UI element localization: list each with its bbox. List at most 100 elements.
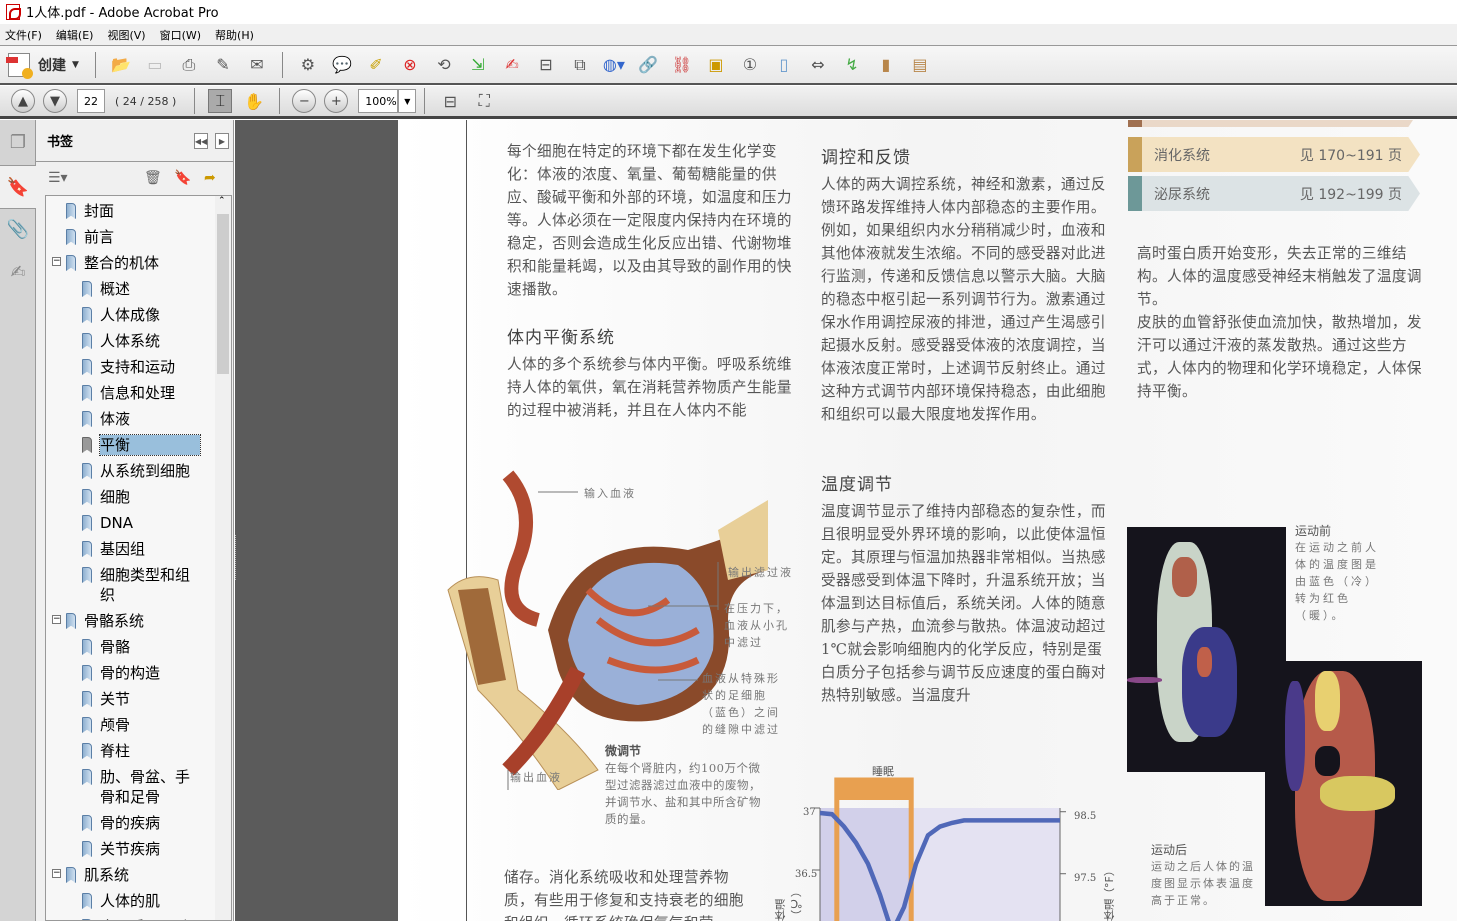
bookmark-item[interactable]: 关节 bbox=[46, 686, 231, 712]
menu-view[interactable]: 视图(V) bbox=[107, 27, 145, 43]
remove-link-icon[interactable]: ⛓ bbox=[670, 53, 694, 77]
zoom-dropdown[interactable]: ▼ bbox=[398, 89, 417, 113]
bookmark-item[interactable]: 肋、骨盆、手骨和足骨 bbox=[46, 764, 231, 810]
page-icon[interactable]: ▯ bbox=[772, 53, 796, 77]
link-icon[interactable]: 🔗 bbox=[636, 53, 660, 77]
bookmark-item[interactable]: 骨的疾病 bbox=[46, 810, 231, 836]
bookmark-item[interactable]: 平衡 bbox=[46, 432, 231, 458]
email-icon[interactable]: ✉ bbox=[245, 53, 269, 77]
bookmark-item[interactable]: 前言 bbox=[46, 224, 231, 250]
collapse-toggle[interactable]: − bbox=[52, 615, 61, 624]
bookmark-item[interactable]: 基因组 bbox=[46, 536, 231, 562]
scrolling-mode-icon[interactable]: ⊟ bbox=[438, 89, 462, 113]
bookmark-item[interactable]: 大…系…运动 bbox=[46, 914, 231, 920]
bookmarks-panel-icon[interactable]: 🔖 bbox=[6, 175, 30, 199]
options-menu-icon[interactable]: ☰▾ bbox=[48, 170, 68, 186]
panel-splitter[interactable] bbox=[235, 535, 239, 580]
page-number-input[interactable]: 22 bbox=[77, 89, 105, 113]
fit-width-icon[interactable]: ⇔ bbox=[806, 53, 830, 77]
hand-tool-icon[interactable]: ✋ bbox=[242, 89, 266, 113]
bookmark-label: 封面 bbox=[84, 202, 115, 220]
bookmark-label: 关节疾病 bbox=[100, 840, 161, 858]
label-podocyte-filtration: 血液从特殊形状的足细胞（蓝色）之间的缝隙中滤过 bbox=[702, 672, 780, 736]
bookmark-item[interactable]: 骨的构造 bbox=[46, 660, 231, 686]
previous-page-button[interactable]: ▲ bbox=[11, 89, 35, 113]
delete-page-icon[interactable]: ⊗ bbox=[398, 53, 422, 77]
bookmark-icon bbox=[82, 841, 92, 857]
bookmark-item[interactable]: 骨骼 bbox=[46, 634, 231, 660]
system-reference-digestive[interactable]: 消化系统见 170~191 页 bbox=[1128, 137, 1420, 172]
bookmark-label: 细胞 bbox=[100, 488, 131, 506]
bookmark-icon bbox=[82, 567, 92, 583]
bookmark-item[interactable]: 人体成像 bbox=[46, 302, 231, 328]
bookmark-item[interactable]: 关节疾病 bbox=[46, 836, 231, 862]
form-icon[interactable]: ▤ bbox=[908, 53, 932, 77]
comment-icon[interactable]: 💬 bbox=[330, 53, 354, 77]
expand-bookmark-icon[interactable]: ➦ bbox=[204, 170, 216, 186]
panel-options-button[interactable]: ▶ bbox=[215, 133, 229, 149]
bookmark-icon bbox=[82, 463, 92, 479]
zoom-out-button[interactable]: − bbox=[292, 89, 317, 113]
collapse-panel-button[interactable]: ◀◀ bbox=[194, 133, 208, 149]
export-icon[interactable]: ⇲ bbox=[466, 53, 490, 77]
bookmark-item[interactable]: 从系统到细胞 bbox=[46, 458, 231, 484]
menu-edit[interactable]: 编辑(E) bbox=[56, 27, 94, 43]
print-icon[interactable]: ⎙ bbox=[177, 53, 201, 77]
bookmark-item[interactable]: 脊柱 bbox=[46, 738, 231, 764]
menu-help[interactable]: 帮助(H) bbox=[215, 27, 254, 43]
system-reference-urinary[interactable]: 泌尿系统见 192~199 页 bbox=[1128, 176, 1420, 211]
collapse-toggle[interactable]: − bbox=[52, 869, 61, 878]
compare-icon[interactable]: ⧉ bbox=[568, 53, 592, 77]
bookmark-item[interactable]: 概述 bbox=[46, 276, 231, 302]
pages-panel-icon[interactable]: ❐ bbox=[6, 130, 30, 154]
zoom-in-button[interactable]: + bbox=[324, 89, 349, 113]
bookmark-label: 骨骼 bbox=[100, 638, 131, 656]
notebook-icon[interactable]: ▮ bbox=[874, 53, 898, 77]
select-tool-icon[interactable]: ⌶ bbox=[208, 89, 233, 113]
bookmark-item[interactable]: 细胞 bbox=[46, 484, 231, 510]
label-output-blood: 输出血液 bbox=[510, 771, 562, 784]
bookmark-item[interactable]: − 骨骼系统 bbox=[46, 608, 231, 634]
fit-page-icon[interactable]: ⛶ bbox=[472, 89, 496, 113]
action-icon[interactable]: ↯ bbox=[840, 53, 864, 77]
label-pressure-filtration: 在压力下，血液从小孔中滤过 bbox=[724, 602, 789, 649]
open-icon[interactable]: 📂 bbox=[109, 53, 133, 77]
delete-bookmark-icon[interactable]: 🗑 bbox=[144, 170, 162, 186]
edit-icon[interactable]: ✎ bbox=[211, 53, 235, 77]
label-output-filtrate: 输出滤过液 bbox=[728, 566, 793, 579]
bookmark-item[interactable]: 细胞类型和组织 bbox=[46, 562, 231, 608]
bookmark-item[interactable]: DNA bbox=[46, 510, 231, 536]
create-button[interactable]: 创建 ▼ bbox=[6, 52, 79, 79]
web-capture-icon[interactable]: ◍▾ bbox=[602, 53, 626, 77]
signatures-panel-icon[interactable]: ✍ bbox=[6, 260, 30, 284]
bookmark-item[interactable]: 支持和运动 bbox=[46, 354, 231, 380]
bookmark-item[interactable]: − 整合的机体 bbox=[46, 250, 231, 276]
col3-paragraph-2: 皮肤的血管舒张使血流加快，散热增加，发汗可以通过汗液的蒸发散热。通过这些方式，人… bbox=[1137, 314, 1422, 400]
menu-file[interactable]: 文件(F) bbox=[5, 27, 42, 43]
collapse-toggle[interactable]: − bbox=[52, 257, 61, 266]
page-number-icon[interactable]: ① bbox=[738, 53, 762, 77]
zoom-input[interactable]: 100% bbox=[358, 89, 399, 113]
settings-icon[interactable]: ⚙ bbox=[296, 53, 320, 77]
bookmark-item[interactable]: 人体的肌 bbox=[46, 888, 231, 914]
crop-icon[interactable]: ⊟ bbox=[534, 53, 558, 77]
menu-window[interactable]: 窗口(W) bbox=[160, 27, 201, 43]
new-bookmark-icon[interactable]: 🔖 bbox=[174, 170, 191, 186]
image-export-icon[interactable]: ▣ bbox=[704, 53, 728, 77]
save-icon[interactable]: ▭ bbox=[143, 53, 167, 77]
bookmark-item[interactable]: 信息和处理 bbox=[46, 380, 231, 406]
replace-page-icon[interactable]: ⟲ bbox=[432, 53, 456, 77]
bookmark-label: 人体成像 bbox=[100, 306, 161, 324]
highlight-text-icon[interactable]: ✐ bbox=[364, 53, 388, 77]
bookmark-item[interactable]: − 肌系统 bbox=[46, 862, 231, 888]
heading-regulation-feedback: 调控和反馈 bbox=[821, 148, 911, 168]
bookmark-item[interactable]: 体液 bbox=[46, 406, 231, 432]
edit-form-icon[interactable]: ✍ bbox=[500, 53, 524, 77]
bookmark-item[interactable]: 人体系统 bbox=[46, 328, 231, 354]
next-page-button[interactable]: ▼ bbox=[43, 89, 67, 113]
attachments-panel-icon[interactable]: 📎 bbox=[6, 217, 30, 241]
bookmark-icon bbox=[82, 411, 92, 427]
bookmark-item[interactable]: 颅骨 bbox=[46, 712, 231, 738]
bookmark-scrollbar[interactable]: ⌃ bbox=[215, 196, 231, 920]
bookmark-item[interactable]: 封面 bbox=[46, 198, 231, 224]
